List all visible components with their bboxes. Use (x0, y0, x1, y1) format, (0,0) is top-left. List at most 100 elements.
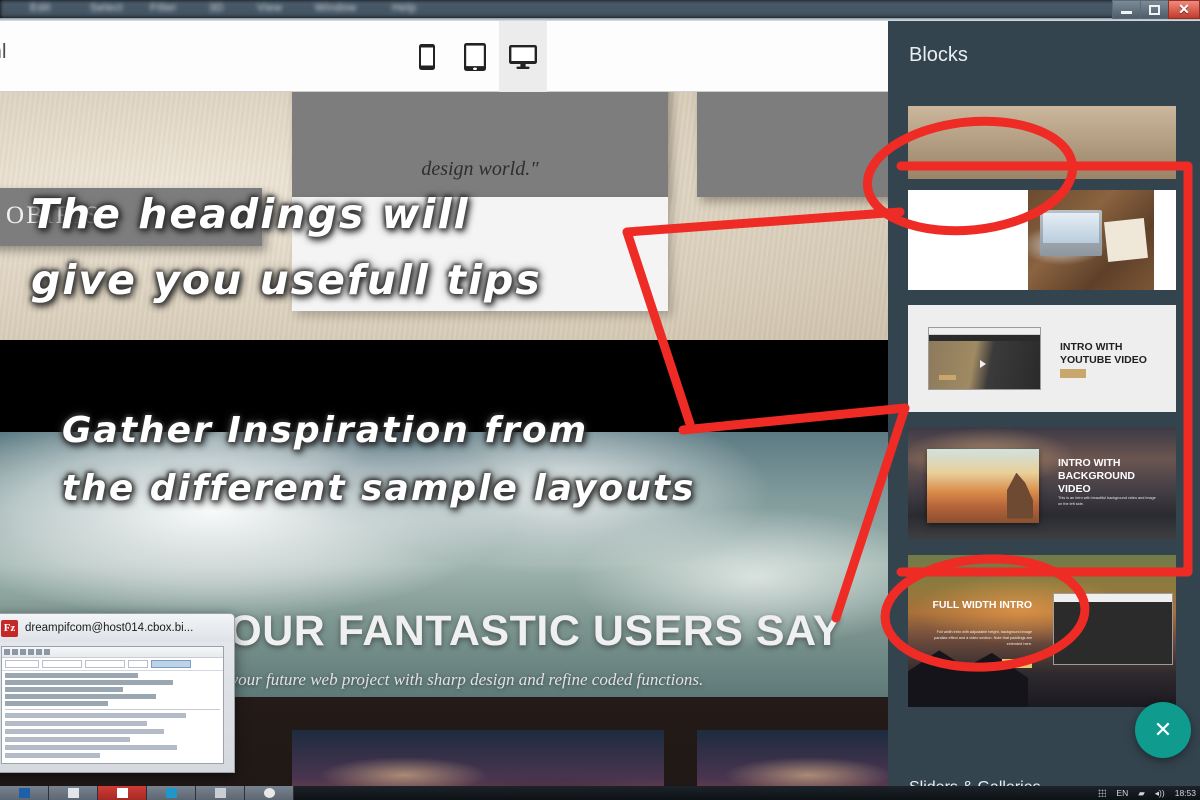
close-panel-button[interactable]: ✕ (1135, 702, 1191, 758)
project-filename: html (0, 41, 7, 63)
quickconnect-button[interactable] (151, 660, 191, 668)
app-icon (116, 788, 128, 798)
annotation-tip-two-line-one: Gather Inspiration from (62, 410, 589, 451)
toolbar-icon[interactable] (20, 649, 26, 655)
file-row[interactable] (5, 721, 147, 726)
taskbar-item[interactable] (245, 786, 294, 800)
language-indicator[interactable]: EN (1116, 788, 1128, 798)
file-row[interactable] (5, 713, 186, 718)
filezilla-window[interactable]: Fz dreampifcom@host014.cbox.bi... (0, 613, 235, 773)
notebook-shape (1104, 218, 1148, 262)
restore-icon (1149, 4, 1160, 15)
device-preview-switch (403, 21, 547, 92)
taskbar-item[interactable] (147, 786, 196, 800)
block-thumb-text-pane (908, 190, 1028, 290)
browser-mockup (1053, 593, 1173, 665)
toolbar-icon[interactable] (36, 649, 42, 655)
menu-item-edit[interactable]: Edit (30, 2, 51, 14)
volume-icon[interactable]: ◂)) (1155, 788, 1165, 799)
log-line (5, 673, 139, 678)
filezilla-titlebar: Fz dreampifcom@host014.cbox.bi... (0, 614, 234, 642)
block-thumb-button (1002, 659, 1032, 668)
taskbar-item[interactable] (0, 786, 49, 800)
testimonial-card-right[interactable] (697, 92, 888, 197)
password-field[interactable] (85, 660, 125, 668)
device-desktop-button[interactable] (499, 21, 547, 92)
menu-item-help[interactable]: Help (392, 2, 416, 14)
block-thumb-heading: FULL WIDTH INTRO (932, 599, 1032, 611)
app-icon (67, 788, 79, 798)
network-icon[interactable]: ▰ (1138, 788, 1145, 799)
block-thumb-heading: INTRO WITH BACKGROUND VIDEO (1058, 457, 1135, 496)
windows-taskbar: EN ▰ ◂)) 18:53 (0, 786, 1200, 800)
block-thumb-button (1060, 369, 1086, 378)
annotation-tip-one-line-two: give you usefull tips (31, 256, 542, 305)
filezilla-body (1, 646, 224, 764)
mockup-button (939, 375, 956, 380)
laptop-shape (1040, 210, 1102, 256)
app-icon (18, 788, 30, 798)
taskbar-item[interactable] (98, 786, 147, 800)
block-thumb-solid-color-intro-with-image[interactable]: SOLID COLOR INTRO WITH IMAGE Solid color… (908, 190, 1176, 290)
tray-handle-icon[interactable] (1098, 789, 1107, 797)
annotation-tip-one: The headings will give you usefull tips (31, 181, 542, 314)
block-thumb-intro-with-background-video[interactable]: INTRO WITH BACKGROUND VIDEO This is an i… (908, 427, 1176, 540)
block-thumb-image (908, 106, 1176, 179)
block-thumb-intro-with-youtube-video[interactable]: INTRO WITH YOUTUBE VIDEO (908, 305, 1176, 412)
host-field[interactable] (5, 660, 39, 668)
annotation-tip-one-line-one: The headings will (31, 190, 470, 238)
close-window-button[interactable]: ✕ (1168, 0, 1200, 19)
file-row[interactable] (5, 737, 130, 742)
port-field[interactable] (128, 660, 148, 668)
desktop-icon (509, 44, 537, 69)
filezilla-quickconnect[interactable] (2, 658, 223, 671)
menu-item-view[interactable]: View (257, 2, 282, 14)
username-field[interactable] (42, 660, 82, 668)
device-mobile-button[interactable] (403, 21, 451, 92)
close-icon: ✕ (1178, 1, 1190, 17)
toolbar-icon[interactable] (44, 649, 50, 655)
file-row[interactable] (5, 729, 165, 734)
block-thumb-partial[interactable] (908, 106, 1176, 179)
taskbar-item[interactable] (49, 786, 98, 800)
taskbar-item[interactable] (196, 786, 245, 800)
filezilla-icon: Fz (1, 619, 18, 637)
minimize-icon (1121, 10, 1132, 14)
app-icon (263, 788, 275, 798)
menu-item-select[interactable]: Select (90, 2, 123, 14)
block-thumb-image (1028, 190, 1154, 290)
log-line (5, 694, 156, 699)
filezilla-file-grid[interactable] (5, 713, 220, 758)
filezilla-toolbar[interactable] (2, 647, 223, 658)
log-line (5, 680, 173, 685)
block-thumb-body: Full width intro with adjustable height,… (934, 630, 1032, 647)
menu-item-3d[interactable]: 3D (209, 2, 224, 14)
taskbar-buttons (0, 786, 294, 800)
host-app-menubar: Edit Select Filter 3D View Window Help (0, 0, 1200, 18)
log-divider (5, 709, 220, 710)
device-tablet-button[interactable] (451, 21, 499, 92)
filezilla-title-text: dreampifcom@host014.cbox.bi... (25, 622, 194, 634)
app-icon (165, 788, 177, 798)
browser-addressbar (929, 328, 1040, 335)
clock[interactable]: 18:53 (1175, 788, 1196, 798)
block-thumb-body: This is an intro with beautiful backgrou… (1058, 496, 1156, 507)
minimize-button[interactable] (1112, 0, 1140, 19)
toolbar-icon[interactable] (12, 649, 18, 655)
toolbar-icon[interactable] (4, 649, 10, 655)
toolbar-icon[interactable] (28, 649, 34, 655)
blocks-panel: Blocks SOLID COLOR INTRO WITH IMAGE Soli… (888, 21, 1200, 800)
screen: Edit Select Filter 3D View Window Help ✕… (0, 0, 1200, 800)
maximize-button[interactable] (1140, 0, 1168, 19)
system-tray: EN ▰ ◂)) 18:53 (1098, 786, 1196, 800)
block-thumb-full-width-intro[interactable]: FULL WIDTH INTRO Full width intro with a… (908, 555, 1176, 707)
menu-item-filter[interactable]: Filter (150, 2, 177, 14)
blocks-list[interactable]: SOLID COLOR INTRO WITH IMAGE Solid color… (888, 89, 1200, 761)
block-thumb-heading: INTRO WITH YOUTUBE VIDEO (1060, 341, 1147, 367)
blocks-panel-title: Blocks (909, 44, 968, 66)
file-row[interactable] (5, 753, 100, 758)
app-icon (214, 788, 226, 798)
menu-item-window[interactable]: Window (315, 2, 357, 14)
file-row[interactable] (5, 745, 177, 750)
annotation-tip-two-line-two: the different sample layouts (62, 468, 696, 510)
